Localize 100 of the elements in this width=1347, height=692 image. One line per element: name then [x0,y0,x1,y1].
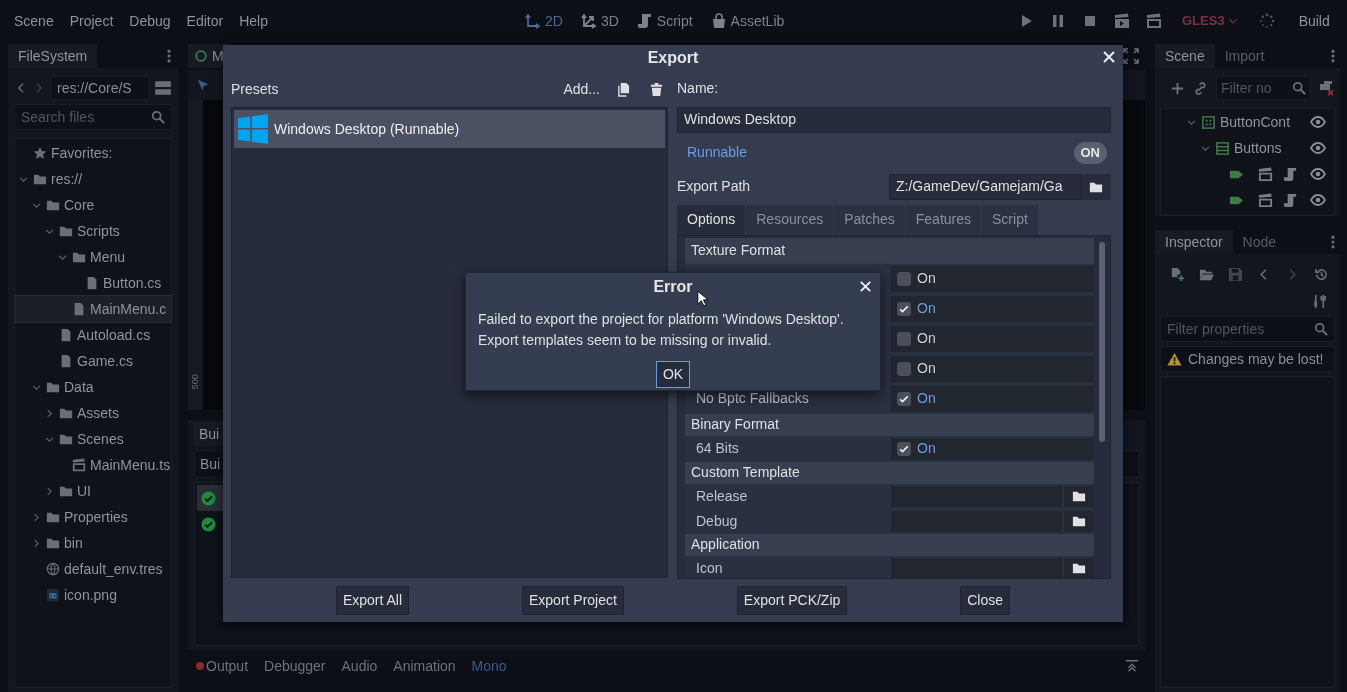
close-icon[interactable] [858,279,873,294]
clapperboard-icon[interactable] [1258,192,1273,208]
file-tree-item[interactable]: Core [15,192,171,218]
top-nav-link[interactable]: Scene [6,10,62,32]
folder-button[interactable] [1064,557,1094,578]
scene-tree-item[interactable]: ButtonCont [1161,109,1334,135]
runnable-toggle[interactable]: ON [1073,142,1107,164]
folder-button[interactable] [1064,510,1094,532]
folder-button[interactable] [1081,173,1111,200]
eye-icon[interactable] [1310,192,1326,208]
scrollbar[interactable] [1099,241,1105,442]
dialog-button[interactable]: Export All [335,585,410,615]
options-tab[interactable]: Features [905,204,982,235]
file-tree-item[interactable]: Assets [15,400,171,426]
options-tab[interactable]: Patches [834,204,906,235]
top-nav-link[interactable]: Debug [121,10,179,32]
options-tab[interactable]: Options [677,204,747,235]
top-nav-link[interactable]: Editor [178,10,232,32]
checkbox[interactable]: On [891,385,1094,412]
file-tree-item[interactable]: Scripts [15,218,171,244]
file-tree-item[interactable]: Scenes [15,426,171,452]
section-header: Binary Format [685,413,1094,436]
dialog-button[interactable]: Export PCK/Zip [736,585,848,615]
history-icon[interactable] [1314,266,1329,282]
pause-icon[interactable] [1050,13,1066,29]
checkbox[interactable]: On [891,265,1094,292]
stop-icon[interactable] [1082,13,1098,29]
checkbox[interactable]: On [891,437,1094,460]
dock-tab[interactable]: FileSystem [8,44,98,68]
ok-button[interactable]: OK [655,361,691,388]
build-button[interactable]: Build [1298,10,1330,32]
layout-toggle-icon[interactable] [154,79,172,97]
clapperboard-icon[interactable] [1146,13,1162,29]
plus-icon[interactable] [1170,80,1185,96]
select-arrow-icon[interactable] [196,78,210,92]
file-tree-item[interactable]: Menu [15,244,171,270]
vbox-icon [1215,140,1230,156]
workspace-tab[interactable]: 3D [573,8,626,34]
file-tree-item[interactable]: Autoload.cs [15,322,171,348]
file-tree-item[interactable]: Button.cs [15,270,171,296]
options-tab[interactable]: Resources [746,204,835,235]
file-tree-item[interactable]: bin [15,530,171,556]
fullscreen-icon[interactable] [1123,48,1139,64]
preset-item[interactable]: Windows Desktop (Runnable) [234,110,665,148]
collapse-icon[interactable] [1125,659,1139,673]
workspace-tab[interactable]: 2D [518,8,570,34]
name-field[interactable]: Windows Desktop [677,106,1111,133]
trash-icon[interactable] [649,81,664,97]
duplicate-icon[interactable] [616,81,631,97]
export-path-label: Export Path [677,177,751,197]
add-button[interactable]: Add... [563,78,600,100]
path-field[interactable] [891,485,1062,507]
panel-tab[interactable]: Bui [194,422,225,446]
scroll-icon[interactable] [1283,166,1298,182]
new-resource-icon[interactable] [1170,266,1185,282]
scene-tree-item[interactable]: Buttons [1161,135,1334,161]
file-tree-item[interactable]: Game.cs [15,348,171,374]
tools-icon[interactable] [1312,293,1327,309]
checkbox[interactable]: On [891,355,1094,382]
top-nav-link[interactable]: Project [61,10,122,32]
file-tree-item[interactable]: MainMenu.c [15,296,171,322]
property-label: 64 Bits [696,439,739,459]
property-label: Release [696,486,748,506]
file-tree-item[interactable]: MainMenu.ts [15,452,171,478]
eye-icon[interactable] [1310,166,1326,182]
bottom-tab[interactable]: Output [196,655,249,677]
dock-tab[interactable]: Scene [1155,44,1215,68]
file-tree-item[interactable]: Data [15,374,171,400]
file-tree-item[interactable]: default_env.tres [15,556,171,582]
clapperboard-icon[interactable] [1258,166,1273,182]
favorites-item[interactable]: Favorites: [15,140,171,166]
bottom-tab[interactable]: Animation [393,655,456,677]
file-icon [59,354,73,368]
workspace-tab[interactable]: AssetLib [703,8,792,34]
folder-button[interactable] [1064,485,1094,507]
eye-icon[interactable] [1310,140,1326,156]
clapperboard-play-icon[interactable] [1114,13,1130,29]
file-tree-item[interactable]: res:// [15,166,171,192]
checkbox[interactable]: On [891,325,1094,352]
clear-script-icon[interactable] [1319,80,1335,96]
link-icon[interactable] [1193,80,1208,96]
close-icon[interactable] [1101,49,1117,65]
dialog-button[interactable]: Close [960,585,1011,615]
top-nav-link[interactable]: Help [231,10,276,32]
workspace-tab[interactable]: Script [629,8,700,34]
file-icon [85,276,99,290]
checkbox[interactable]: On [891,295,1094,322]
path-field[interactable]: res://Core/S [50,76,150,100]
bottom-tab[interactable]: Audio [341,655,378,677]
export-path-field[interactable]: Z:/GameDev/Gamejam/Ga [889,173,1081,200]
bottom-tab[interactable]: Debugger [264,655,326,677]
file-tree-item[interactable]: icon.png [15,582,171,608]
dialog-button[interactable]: Export Project [522,585,624,615]
scroll-icon[interactable] [1283,192,1298,208]
dock-tab[interactable]: Inspector [1155,230,1233,254]
eye-icon[interactable] [1310,114,1326,130]
options-tab[interactable]: Script [982,204,1039,235]
file-tree-item[interactable]: UI [15,478,171,504]
path-field[interactable] [891,557,1062,578]
file-tree-item[interactable]: Properties [15,504,171,530]
